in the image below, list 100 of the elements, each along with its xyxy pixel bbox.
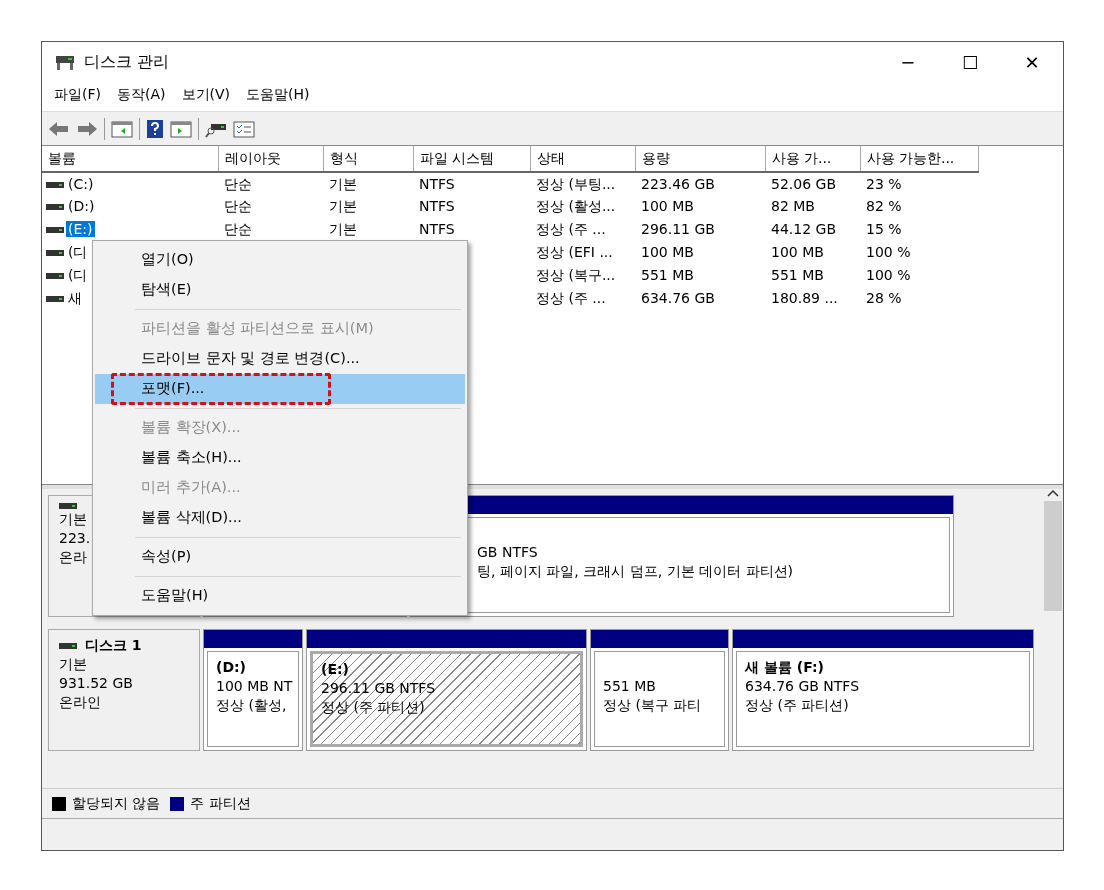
drive-icon bbox=[59, 641, 77, 650]
disk-info: 기본 bbox=[59, 655, 87, 674]
back-arrow-icon[interactable] bbox=[48, 119, 70, 138]
panel-icon[interactable] bbox=[170, 119, 192, 138]
table-cell: 296.11 GB bbox=[641, 221, 715, 237]
table-cell: 82 % bbox=[866, 198, 902, 214]
table-cell: 정상 (활성... bbox=[536, 198, 616, 214]
partition-block[interactable]: (E:) 296.11 GB NTFS 정상 (주 파티션) bbox=[306, 629, 587, 751]
partition-info: 551 MB bbox=[603, 677, 657, 696]
table-cell: 기본 bbox=[329, 198, 357, 214]
table-cell: 100 % bbox=[866, 267, 911, 283]
table-cell: 634.76 GB bbox=[641, 290, 715, 306]
scroll-up-icon[interactable] bbox=[1047, 489, 1059, 497]
partition-info: 정상 (주 파티션) bbox=[321, 698, 426, 717]
partition-block[interactable]: (D:) 100 MB NT 정상 (활성, bbox=[203, 629, 303, 751]
volume-name[interactable]: (디 bbox=[66, 267, 90, 283]
table-cell: 정상 (주 ... bbox=[536, 290, 606, 306]
table-cell: NTFS bbox=[419, 198, 455, 214]
menu-item[interactable]: 드라이브 문자 및 경로 변경(C)... bbox=[95, 344, 465, 374]
table-cell: 28 % bbox=[866, 290, 902, 306]
menu-item[interactable]: 도움말(H) bbox=[240, 84, 316, 105]
table-cell: 단순 bbox=[224, 198, 252, 214]
disk-info: 기본 bbox=[59, 510, 87, 529]
partition-info: 정상 (복구 파티 bbox=[603, 696, 703, 715]
table-cell: 기본 bbox=[329, 175, 357, 192]
table-cell: 180.89 ... bbox=[771, 290, 838, 306]
forward-arrow-icon[interactable] bbox=[76, 119, 98, 138]
window-title: 디스크 관리 bbox=[84, 51, 171, 73]
table-cell: 기본 bbox=[329, 221, 357, 237]
table-cell: 단순 bbox=[224, 175, 252, 192]
table-cell: 100 % bbox=[866, 244, 911, 260]
maximize-button[interactable]: ☐ bbox=[939, 47, 1001, 77]
table-cell: 단순 bbox=[224, 221, 252, 237]
partition-info: 296.11 GB NTFS bbox=[321, 679, 437, 698]
app-icon bbox=[54, 53, 76, 71]
menu-item[interactable]: 열기(O) bbox=[95, 245, 465, 275]
disk-info: 온라인 bbox=[59, 693, 101, 712]
table-cell: NTFS bbox=[419, 221, 455, 237]
disk-info: 온라 bbox=[59, 548, 87, 567]
volume-name[interactable]: (C:) bbox=[66, 175, 96, 192]
menu-item[interactable]: 보기(V) bbox=[175, 84, 236, 105]
table-cell: 44.12 GB bbox=[771, 221, 836, 237]
partition-block[interactable]: 551 MB 정상 (복구 파티 bbox=[590, 629, 729, 751]
column-header[interactable]: 레이아웃 bbox=[218, 146, 323, 172]
table-cell: NTFS bbox=[419, 175, 455, 192]
legend-label: 주 파티션 bbox=[190, 794, 251, 813]
partition-info: 정상 (활성, bbox=[216, 696, 288, 715]
partition-info: 팅, 페이지 파일, 크래시 덤프, 기본 데이터 파티션) bbox=[477, 562, 794, 581]
disk-info: 931.52 GB bbox=[59, 674, 133, 693]
table-cell: 551 MB bbox=[771, 267, 824, 283]
partition-block[interactable]: 새 볼륨 (F:) 634.76 GB NTFS 정상 (주 파티션) bbox=[732, 629, 1034, 751]
table-cell: 정상 (EFI ... bbox=[536, 244, 613, 260]
table-cell: 100 MB bbox=[771, 244, 824, 260]
disk-name: 디스크 1 bbox=[85, 636, 142, 655]
partition-title: (E:) bbox=[321, 660, 350, 679]
drive-icon bbox=[46, 272, 64, 280]
column-header[interactable]: 형식 bbox=[323, 146, 413, 172]
column-header[interactable]: 사용 가능한... bbox=[860, 146, 978, 172]
help-icon[interactable] bbox=[146, 118, 164, 139]
panel-icon[interactable] bbox=[111, 119, 133, 138]
menu-item[interactable]: 파일(F) bbox=[48, 84, 107, 105]
volume-name[interactable]: 새 bbox=[66, 290, 84, 306]
drive-icon bbox=[46, 249, 64, 257]
partition-title: 새 볼륨 (F:) bbox=[745, 658, 825, 677]
column-header[interactable]: 볼륨 bbox=[42, 146, 218, 172]
table-cell: 100 MB bbox=[641, 244, 694, 260]
table-cell: 정상 (부팅... bbox=[536, 175, 616, 192]
table-cell: 551 MB bbox=[641, 267, 694, 283]
partition-info: 정상 (주 파티션) bbox=[745, 696, 850, 715]
partition-info: 634.76 GB NTFS bbox=[745, 677, 861, 696]
partition-title: (D:) bbox=[216, 658, 248, 677]
disk-info: 223. bbox=[59, 529, 91, 548]
table-cell: 정상 (주 ... bbox=[536, 221, 606, 237]
table-cell: 100 MB bbox=[641, 198, 694, 214]
volume-name[interactable]: (D:) bbox=[66, 198, 97, 214]
column-header[interactable]: 사용 가... bbox=[765, 146, 860, 172]
close-button[interactable]: ✕ bbox=[1001, 47, 1063, 77]
table-cell: 223.46 GB bbox=[641, 175, 715, 192]
volume-name[interactable]: (디 bbox=[66, 244, 90, 260]
drive-icon bbox=[46, 180, 64, 189]
legend-label: 할당되지 않음 bbox=[72, 794, 161, 813]
drive-icon bbox=[59, 502, 77, 510]
menu-item[interactable]: 포맷(F)... bbox=[95, 374, 465, 404]
column-header[interactable]: 용량 bbox=[635, 146, 765, 172]
minimize-button[interactable]: ─ bbox=[877, 47, 939, 77]
volume-name[interactable]: (E:) bbox=[66, 221, 95, 237]
menu-item[interactable]: 동작(A) bbox=[111, 84, 172, 105]
checklist-icon[interactable] bbox=[233, 119, 255, 138]
partition-info: GB NTFS bbox=[477, 543, 539, 562]
drive-icon bbox=[46, 226, 64, 234]
drive-icon bbox=[46, 203, 64, 211]
column-header[interactable]: 상태 bbox=[530, 146, 635, 172]
menu-item[interactable]: 탐색(E) bbox=[95, 275, 465, 305]
column-header[interactable]: 파일 시스템 bbox=[413, 146, 530, 172]
table-cell: 82 MB bbox=[771, 198, 815, 214]
table-cell: 23 % bbox=[866, 175, 902, 192]
table-cell: 정상 (복구... bbox=[536, 267, 616, 283]
table-cell: 52.06 GB bbox=[771, 175, 836, 192]
drive-icon bbox=[46, 295, 64, 303]
menu-item[interactable]: 볼륨 축소(H)... bbox=[95, 443, 465, 473]
